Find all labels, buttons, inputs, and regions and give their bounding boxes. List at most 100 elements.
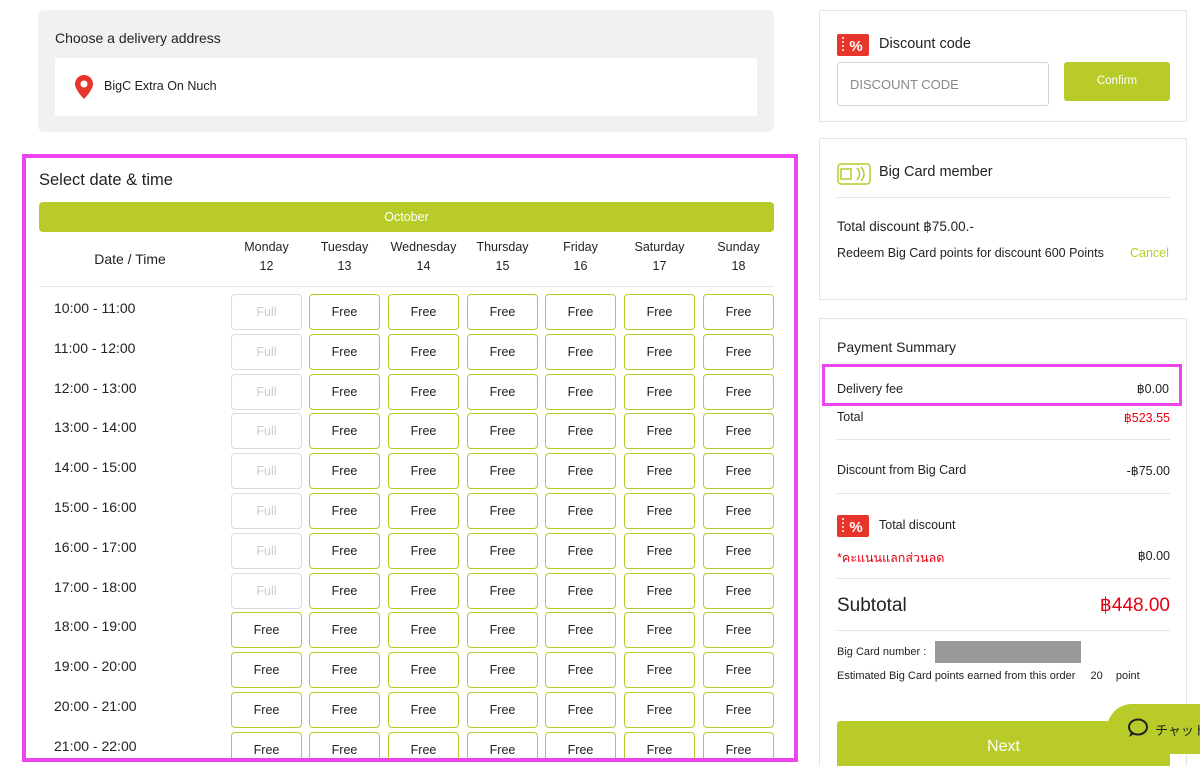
delivery-fee-value: ฿0.00: [1136, 382, 1169, 396]
slot-free-button[interactable]: Free: [624, 572, 695, 609]
slot-free-button[interactable]: Free: [309, 493, 380, 529]
slot-free-button[interactable]: Free: [388, 373, 459, 410]
slot-free-button[interactable]: Free: [545, 612, 616, 649]
slot-free-button[interactable]: Free: [388, 294, 459, 330]
slot-free-button[interactable]: Free: [388, 572, 459, 609]
slot-free-button[interactable]: Free: [467, 413, 538, 450]
time-slot-label: 20:00 - 21:00: [54, 698, 137, 714]
slot-free-button[interactable]: Free: [545, 453, 616, 490]
slot-free-button[interactable]: Free: [703, 453, 774, 490]
slot-free-button[interactable]: Free: [388, 652, 459, 689]
slot-free-button[interactable]: Free: [388, 692, 459, 728]
slot-free-button[interactable]: Free: [467, 612, 538, 649]
chat-button[interactable]: チャット: [1107, 704, 1200, 754]
slot-free-button[interactable]: Free: [388, 413, 459, 450]
slot-free-button[interactable]: Free: [624, 493, 695, 529]
discount-code-input[interactable]: [837, 62, 1049, 106]
slot-free-button[interactable]: Free: [624, 692, 695, 728]
slot-free-button[interactable]: Free: [467, 532, 538, 569]
slot-free-button[interactable]: Free: [467, 572, 538, 609]
slot-free-button[interactable]: Free: [545, 731, 616, 758]
slot-full-cell: Full: [231, 333, 302, 370]
slot-free-button[interactable]: Free: [309, 373, 380, 410]
slot-free-button[interactable]: Free: [624, 333, 695, 370]
time-slot-row: 14:00 - 15:00 Full Free Free Free Free Free Fre…: [39, 453, 774, 490]
slot-free-button[interactable]: Free: [545, 652, 616, 689]
slot-free-button[interactable]: Free: [309, 294, 380, 330]
selected-address-label: BigC Extra On Nuch: [104, 79, 217, 93]
slot-free-button[interactable]: Free: [545, 532, 616, 569]
slot-free-button[interactable]: Free: [545, 333, 616, 370]
slot-free-button[interactable]: Free: [545, 373, 616, 410]
month-bar: October: [39, 202, 774, 232]
confirm-discount-button[interactable]: Confirm: [1064, 62, 1170, 101]
slot-free-button[interactable]: Free: [624, 413, 695, 450]
day-header-thursday: Thursday 15: [467, 238, 538, 276]
total-label: Total: [837, 410, 864, 424]
slot-free-button[interactable]: Free: [388, 333, 459, 370]
slot-free-button[interactable]: Free: [467, 453, 538, 490]
slot-free-button[interactable]: Free: [231, 731, 302, 758]
slot-free-button[interactable]: Free: [545, 493, 616, 529]
selected-address[interactable]: BigC Extra On Nuch: [55, 58, 757, 116]
slot-free-button[interactable]: Free: [388, 493, 459, 529]
slot-free-button[interactable]: Free: [467, 493, 538, 529]
time-slot-row: 12:00 - 13:00 Full Free Free Free Free Free Fre…: [39, 373, 774, 410]
chat-label: チャット: [1155, 723, 1200, 738]
slot-free-button[interactable]: Free: [231, 692, 302, 728]
slot-free-button[interactable]: Free: [624, 453, 695, 490]
big-card-cancel-link[interactable]: Cancel: [1130, 246, 1169, 260]
slot-free-button[interactable]: Free: [703, 652, 774, 689]
slot-free-button[interactable]: Free: [388, 532, 459, 569]
slot-free-button[interactable]: Free: [624, 532, 695, 569]
slot-free-button[interactable]: Free: [703, 572, 774, 609]
day-header-friday: Friday 16: [545, 238, 616, 276]
slot-free-button[interactable]: Free: [624, 731, 695, 758]
slot-free-button[interactable]: Free: [545, 413, 616, 450]
slot-free-button[interactable]: Free: [703, 294, 774, 330]
slot-free-button[interactable]: Free: [388, 453, 459, 490]
time-slot-label: 14:00 - 15:00: [54, 459, 137, 476]
time-slot-row: 13:00 - 14:00 Full Free Free Free Free Free Fre…: [39, 413, 774, 450]
slot-free-button[interactable]: Free: [309, 333, 380, 370]
slot-free-button[interactable]: Free: [703, 692, 774, 728]
slot-full-cell: Full: [231, 572, 302, 609]
slot-free-button[interactable]: Free: [467, 294, 538, 330]
slot-free-button[interactable]: Free: [703, 493, 774, 529]
slot-free-button[interactable]: Free: [309, 731, 380, 758]
slot-free-button[interactable]: Free: [309, 572, 380, 609]
slot-free-button[interactable]: Free: [545, 572, 616, 609]
time-slot-label: 10:00 - 11:00: [54, 300, 136, 316]
slot-free-button[interactable]: Free: [467, 373, 538, 410]
slot-free-button[interactable]: Free: [545, 692, 616, 728]
total-discount-label: Total discount: [879, 518, 956, 532]
slot-free-button[interactable]: Free: [467, 652, 538, 689]
slot-free-button[interactable]: Free: [309, 652, 380, 689]
slot-free-button[interactable]: Free: [388, 731, 459, 758]
slot-free-button[interactable]: Free: [624, 612, 695, 649]
slot-free-button[interactable]: Free: [467, 731, 538, 758]
slot-free-button[interactable]: Free: [309, 413, 380, 450]
day-date: 12: [259, 259, 274, 273]
slot-free-button[interactable]: Free: [703, 532, 774, 569]
slot-free-button[interactable]: Free: [309, 453, 380, 490]
slot-free-button[interactable]: Free: [545, 294, 616, 330]
slot-free-button[interactable]: Free: [703, 731, 774, 758]
slot-free-button[interactable]: Free: [388, 612, 459, 649]
time-slot-row: 21:00 - 22:00 Free Free Free Free Free Free Fre…: [39, 731, 774, 758]
slot-free-button[interactable]: Free: [309, 612, 380, 649]
slot-free-button[interactable]: Free: [231, 652, 302, 689]
slot-free-button[interactable]: Free: [231, 612, 302, 649]
slot-free-button[interactable]: Free: [703, 612, 774, 649]
slot-free-button[interactable]: Free: [703, 333, 774, 370]
slot-free-button[interactable]: Free: [703, 373, 774, 410]
slot-free-button[interactable]: Free: [467, 333, 538, 370]
slot-free-button[interactable]: Free: [467, 692, 538, 728]
slot-free-button[interactable]: Free: [309, 692, 380, 728]
slot-free-button[interactable]: Free: [624, 652, 695, 689]
slot-free-button[interactable]: Free: [309, 532, 380, 569]
slot-free-button[interactable]: Free: [624, 294, 695, 330]
slot-free-button[interactable]: Free: [624, 373, 695, 410]
day-header-wednesday: Wednesday 14: [388, 238, 459, 276]
slot-free-button[interactable]: Free: [703, 413, 774, 450]
